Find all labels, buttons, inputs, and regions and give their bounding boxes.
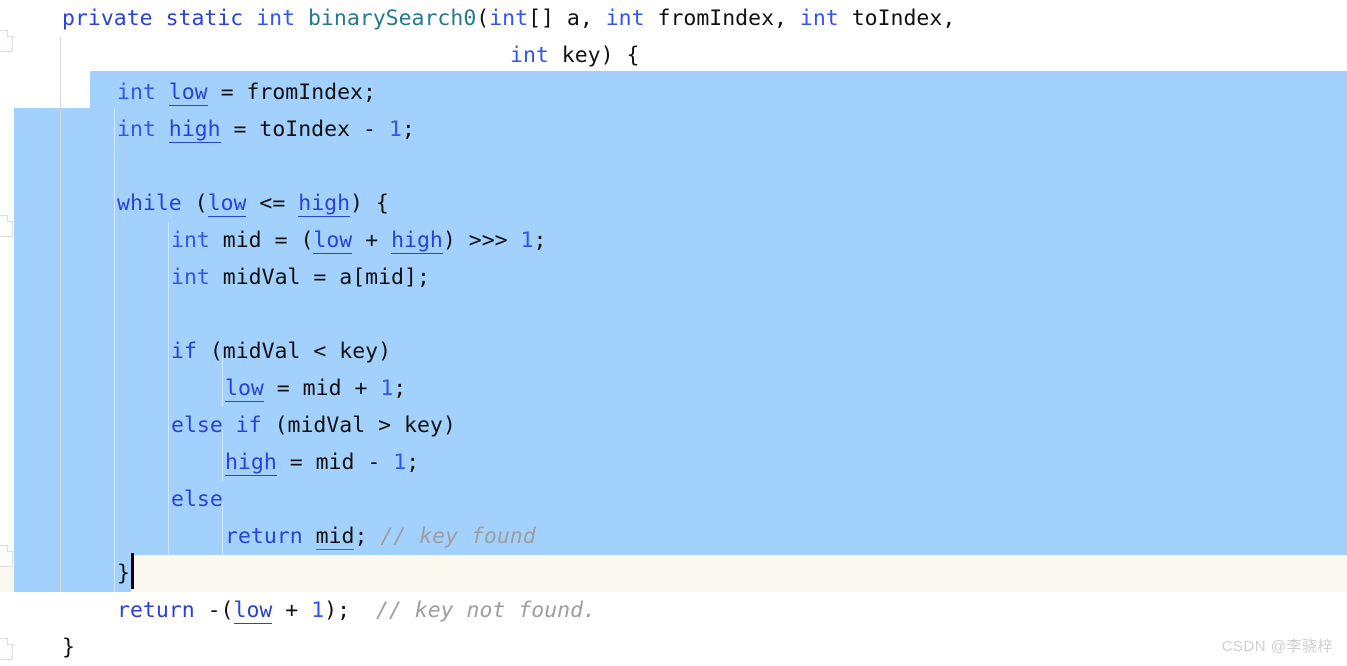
code-token-plain: ( — [181, 191, 208, 216]
code-token-kw: else — [171, 487, 223, 512]
code-line[interactable]: high = mid - 1; — [0, 444, 419, 481]
code-token-plain: key) { — [548, 43, 640, 68]
code-token-plain: ; — [406, 450, 420, 475]
code-token-plain: ; — [393, 376, 407, 401]
code-line[interactable]: private static int binarySearch0(int[] a… — [0, 0, 955, 37]
code-token-mname: binarySearch0 — [307, 6, 477, 31]
code-line[interactable]: else — [0, 481, 223, 518]
code-token-type: int — [256, 6, 296, 31]
code-token-type: int — [510, 43, 549, 68]
code-token-fld: high — [168, 117, 221, 143]
code-line[interactable]: while (low <= high) { — [0, 185, 389, 222]
code-token-plain: = fromIndex; — [207, 80, 376, 105]
code-token-plain: + — [352, 228, 392, 253]
code-token-kw: if — [171, 339, 197, 364]
code-token-type: int — [171, 265, 210, 290]
code-token-plain: + — [272, 598, 312, 623]
code-token-type: int — [799, 6, 839, 31]
code-token-fld: low — [313, 228, 353, 254]
code-token-cmt: // key not found. — [375, 598, 596, 623]
code-token-plain: = mid - — [276, 450, 394, 475]
code-token-cmt: // key found — [380, 524, 536, 549]
code-token-plain: } — [117, 561, 130, 586]
code-token-type: int — [117, 117, 156, 142]
code-line[interactable]: return -(low + 1); // key not found. — [0, 592, 596, 629]
code-token-plain: (midVal > key) — [261, 413, 456, 438]
code-token-kw: static — [165, 6, 244, 31]
code-token-num: 1 — [311, 598, 325, 623]
code-token-plain: ( — [476, 6, 490, 31]
code-token-plain: ; — [533, 228, 547, 253]
code-line[interactable]: else if (midVal > key) — [0, 407, 456, 444]
code-token-plain: ; — [401, 117, 415, 142]
code-editor[interactable]: private static int binarySearch0(int[] a… — [0, 0, 1347, 664]
code-token-kw: return — [225, 524, 303, 549]
code-line[interactable]: int key) { — [0, 37, 639, 74]
code-line[interactable]: low = mid + 1; — [0, 370, 406, 407]
code-token-type: int — [171, 228, 210, 253]
code-token-kw: return — [117, 598, 195, 623]
code-token-plain: ; — [354, 524, 381, 549]
code-line[interactable]: return mid; // key found — [0, 518, 536, 555]
code-token-plain: toIndex, — [838, 6, 956, 31]
code-line[interactable]: int high = toIndex - 1; — [0, 111, 415, 148]
code-line[interactable]: } — [0, 555, 130, 592]
code-token-num: 1 — [380, 376, 394, 401]
code-token-fld: high — [391, 228, 443, 254]
code-token-kw: if — [235, 413, 262, 438]
code-token-plain: ); — [324, 598, 376, 623]
code-token-type: int — [605, 6, 645, 31]
code-line[interactable]: if (midVal < key) — [0, 333, 391, 370]
code-token-type: int — [489, 6, 529, 31]
code-token-kw: while — [117, 191, 182, 216]
code-token-plain: ) { — [350, 191, 389, 216]
code-line[interactable] — [0, 296, 171, 333]
code-token-plain: midVal = a[mid]; — [209, 265, 430, 290]
text-caret — [131, 553, 134, 589]
code-token-fld: low — [207, 191, 247, 217]
code-token-fld: low — [225, 376, 264, 402]
code-token-fldd: mid — [315, 524, 355, 550]
csdn-watermark: CSDN @李骁梓 — [1221, 638, 1333, 655]
code-token-fld: high — [225, 450, 277, 476]
code-line[interactable]: } — [0, 629, 75, 666]
code-token-num: 1 — [393, 450, 407, 475]
code-token-plain: = mid + — [263, 376, 381, 401]
code-token-plain: -( — [194, 598, 234, 623]
code-line[interactable] — [0, 148, 117, 185]
code-token-fld: low — [168, 80, 208, 106]
code-token-plain: [] a, — [528, 6, 606, 31]
code-token-fld: low — [233, 598, 273, 624]
code-token-fld: high — [298, 191, 351, 217]
code-token-plain: fromIndex, — [644, 6, 800, 31]
code-token-plain: (midVal < key) — [196, 339, 392, 364]
code-line[interactable]: int mid = (low + high) >>> 1; — [0, 222, 546, 259]
code-token-num: 1 — [520, 228, 534, 253]
code-token-kw: else — [171, 413, 223, 438]
code-token-plain: <= — [246, 191, 299, 216]
code-token-plain: } — [62, 635, 75, 660]
code-token-type: int — [117, 80, 156, 105]
code-token-num: 1 — [388, 117, 402, 142]
code-token-kw: private — [62, 6, 153, 31]
code-line[interactable]: int low = fromIndex; — [0, 74, 376, 111]
code-token-plain: mid = ( — [209, 228, 314, 253]
code-line[interactable]: int midVal = a[mid]; — [0, 259, 430, 296]
code-token-plain: = toIndex - — [220, 117, 389, 142]
code-token-plain: ) >>> — [442, 228, 521, 253]
